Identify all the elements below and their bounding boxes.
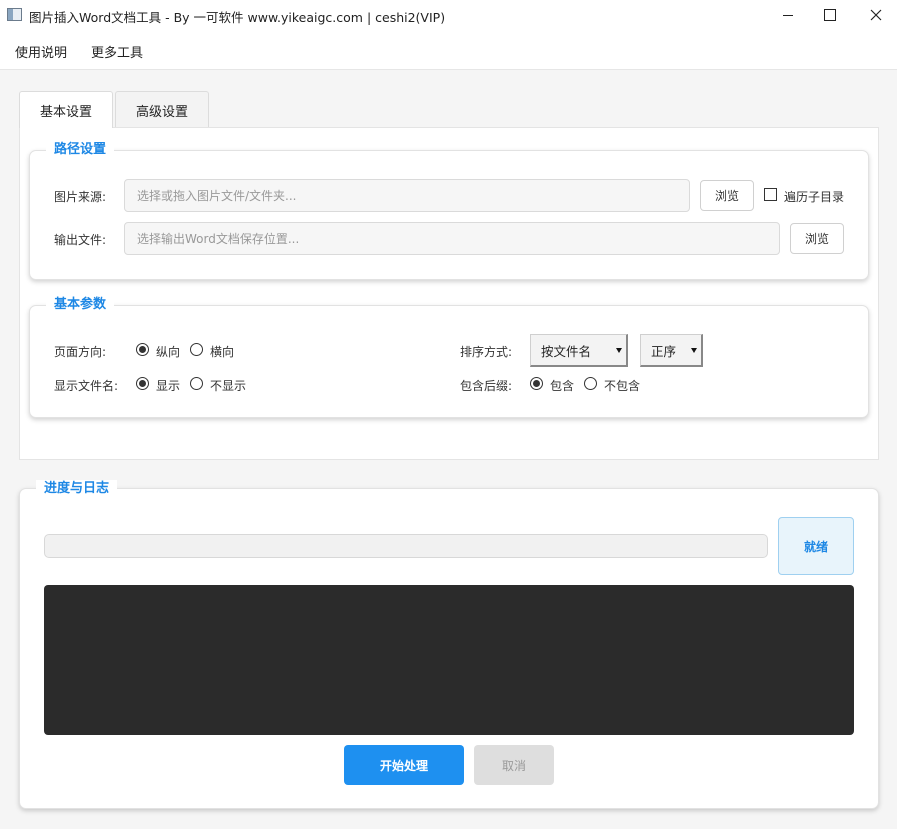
hide-label: 不显示 xyxy=(210,379,247,393)
cancel-button[interactable]: 取消 xyxy=(474,745,554,785)
menu-more-tools[interactable]: 更多工具 xyxy=(91,42,143,61)
menu-bar: 使用说明 更多工具 xyxy=(0,30,897,70)
chevron-down-icon xyxy=(691,348,697,353)
close-icon xyxy=(870,9,882,21)
landscape-radio[interactable] xyxy=(190,343,203,356)
portrait-label: 纵向 xyxy=(156,345,181,359)
portrait-radio[interactable] xyxy=(136,343,149,356)
minimize-button[interactable] xyxy=(765,0,811,30)
exclude-radio[interactable] xyxy=(584,377,597,390)
maximize-button[interactable] xyxy=(807,0,853,30)
show-filename-label: 显示文件名: xyxy=(54,379,119,393)
source-label: 图片来源: xyxy=(54,190,107,204)
chevron-down-icon xyxy=(616,348,622,353)
tab-basic-settings[interactable]: 基本设置 xyxy=(19,91,113,128)
landscape-label: 横向 xyxy=(210,345,235,359)
recurse-label: 遍历子目录 xyxy=(784,190,845,204)
sort-order-value: 正序 xyxy=(651,343,677,359)
close-button[interactable] xyxy=(853,0,897,30)
basic-params-group: 基本参数 xyxy=(29,296,869,418)
show-radio[interactable] xyxy=(136,377,149,390)
sort-by-value: 按文件名 xyxy=(541,343,592,359)
group-title-progress: 进度与日志 xyxy=(36,480,118,498)
sort-order-select[interactable]: 正序 xyxy=(640,334,703,367)
show-label: 显示 xyxy=(156,379,181,393)
group-title-path: 路径设置 xyxy=(46,141,115,159)
sort-label: 排序方式: xyxy=(460,345,513,359)
status-badge: 就绪 xyxy=(778,517,854,575)
source-browse-button[interactable]: 浏览 xyxy=(700,180,754,211)
orientation-label: 页面方向: xyxy=(54,345,107,359)
menu-help[interactable]: 使用说明 xyxy=(15,42,67,61)
tab-advanced-settings[interactable]: 高级设置 xyxy=(115,91,209,128)
output-label: 输出文件: xyxy=(54,233,107,247)
progress-bar xyxy=(44,534,768,558)
log-panel[interactable] xyxy=(44,585,854,735)
recurse-checkbox[interactable] xyxy=(764,188,777,201)
group-title-basic: 基本参数 xyxy=(46,296,115,314)
app-icon xyxy=(7,8,22,21)
include-radio[interactable] xyxy=(530,377,543,390)
window-title: 图片插入Word文档工具 - By 一可软件 www.yikeaigc.com … xyxy=(29,10,446,25)
extension-label: 包含后缀: xyxy=(460,379,513,393)
sort-by-select[interactable]: 按文件名 xyxy=(530,334,628,367)
source-input[interactable]: 选择或拖入图片文件/文件夹... xyxy=(124,179,690,212)
output-input[interactable]: 选择输出Word文档保存位置... xyxy=(124,222,780,255)
title-bar: 图片插入Word文档工具 - By 一可软件 www.yikeaigc.com … xyxy=(0,0,897,30)
exclude-label: 不包含 xyxy=(604,379,641,393)
start-button[interactable]: 开始处理 xyxy=(344,745,464,785)
path-settings-group: 路径设置 xyxy=(29,141,869,280)
hide-radio[interactable] xyxy=(190,377,203,390)
include-label: 包含 xyxy=(550,379,575,393)
output-browse-button[interactable]: 浏览 xyxy=(790,223,844,254)
